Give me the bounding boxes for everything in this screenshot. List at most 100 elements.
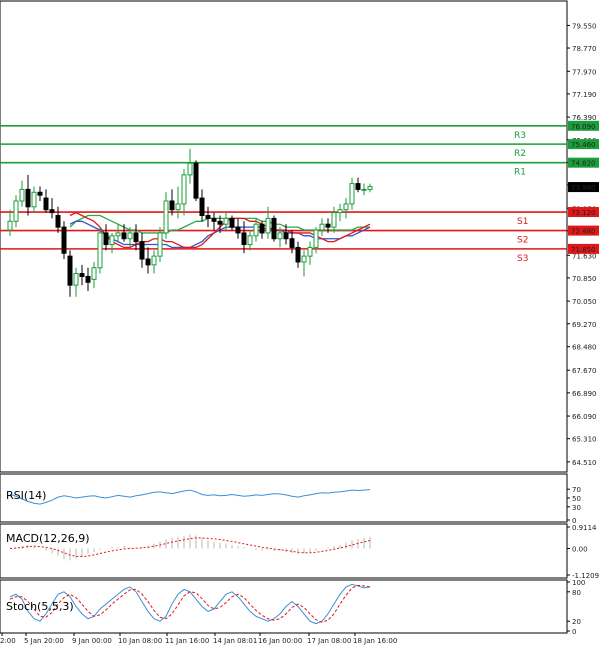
- stoch-tick-label: 20: [572, 618, 581, 626]
- price-tick-label: 78.770: [572, 45, 597, 53]
- candle-body: [31, 191, 37, 208]
- price-tick-label: 66.090: [572, 413, 597, 421]
- price-tick-label: 70.050: [572, 298, 597, 306]
- price-tick-label: 68.480: [572, 344, 597, 352]
- candle-body: [301, 255, 307, 263]
- level-name-s3: S3: [517, 254, 528, 264]
- candle-body: [343, 203, 349, 211]
- level-tag-text-s1: 73.120: [571, 209, 596, 217]
- candle-body: [265, 217, 271, 234]
- candle-body: [319, 223, 325, 231]
- macd-tick-label: 0.9114: [572, 524, 597, 532]
- candle-body: [295, 246, 301, 263]
- stoch-tick-label: 100: [572, 579, 585, 587]
- candle-body: [217, 220, 223, 225]
- rsi-label: RSI(14): [6, 489, 46, 502]
- candle-body: [85, 275, 91, 283]
- level-tag-text-r1: 74.820: [571, 160, 596, 168]
- stoch-tick-label: 80: [572, 589, 581, 597]
- candle-body: [163, 200, 169, 234]
- candle-body: [223, 217, 229, 225]
- time-tick-label: 2:00: [0, 637, 16, 645]
- candle-body: [43, 197, 49, 211]
- candle-body: [61, 226, 67, 254]
- level-tag-text-s2: 72.480: [571, 228, 596, 236]
- candle-body: [19, 188, 25, 202]
- time-tick-label: 14 Jan 08:01: [213, 637, 257, 645]
- candle-body: [103, 232, 109, 246]
- candle-body: [7, 220, 13, 231]
- price-tick-label: 77.190: [572, 91, 597, 99]
- candle-body: [271, 217, 277, 240]
- stoch-tick-label: 0: [572, 628, 576, 636]
- time-tick-label: 16 Jan 00:00: [258, 637, 302, 645]
- candle-body: [283, 232, 289, 240]
- candle-body: [361, 188, 367, 191]
- candle-body: [235, 226, 241, 234]
- candle-body: [127, 232, 133, 240]
- candle-body: [37, 191, 43, 196]
- candle-body: [175, 203, 181, 211]
- candle-body: [289, 238, 295, 248]
- level-name-r3: R3: [514, 131, 526, 141]
- time-tick-label: 17 Jan 08:00: [307, 637, 351, 645]
- candle-body: [121, 232, 127, 240]
- candle-body: [211, 217, 217, 222]
- candle-body: [157, 232, 163, 257]
- level-name-r1: R1: [514, 168, 526, 178]
- candle-body: [355, 183, 361, 190]
- candle-body: [199, 197, 205, 217]
- candle-body: [13, 200, 19, 222]
- level-tag-text-s3: 71.850: [571, 246, 596, 254]
- current-price-tag: 73.980: [568, 182, 599, 193]
- candle-body: [169, 200, 175, 211]
- time-tick-label: 10 Jan 08:00: [118, 637, 162, 645]
- price-tick-label: 65.310: [572, 436, 597, 444]
- candle-body: [367, 185, 373, 190]
- rsi-tick-label: 70: [572, 486, 581, 494]
- candle-body: [97, 232, 103, 269]
- level-tag-text-r3: 76.090: [571, 123, 596, 131]
- candle-body: [55, 215, 61, 228]
- candle-body: [277, 232, 283, 240]
- price-tick-label: 69.270: [572, 321, 597, 329]
- candle-body: [25, 188, 31, 208]
- candle-body: [205, 215, 211, 219]
- level-name-s2: S2: [517, 236, 528, 246]
- candle-body: [337, 209, 343, 214]
- candle-body: [49, 209, 55, 214]
- candle-body: [133, 232, 139, 243]
- candle-body: [313, 229, 319, 248]
- candle-body: [325, 223, 331, 228]
- candle-body: [115, 232, 121, 237]
- level-name-s1: S1: [517, 217, 528, 227]
- candle-body: [331, 212, 337, 228]
- time-tick-label: 9 Jan 00:00: [72, 637, 112, 645]
- candle-body: [253, 223, 259, 237]
- time-tick-label: 5 Jan 20:00: [24, 637, 64, 645]
- stoch-label: Stoch(5,5,3): [6, 600, 74, 613]
- candle-body: [259, 223, 265, 234]
- candle-body: [79, 273, 85, 277]
- candle-body: [229, 217, 235, 228]
- candle-body: [73, 273, 79, 286]
- candle-body: [187, 162, 193, 176]
- price-tick-label: 67.670: [572, 367, 597, 375]
- candle-body: [181, 174, 187, 205]
- price-tick-label: 66.890: [572, 390, 597, 398]
- candle-body: [247, 235, 253, 246]
- candle-body: [91, 267, 97, 280]
- time-tick-label: 11 Jan 16:00: [165, 637, 209, 645]
- candle-body: [67, 255, 73, 286]
- candle-body: [109, 235, 115, 246]
- macd-label: MACD(12,26,9): [6, 532, 90, 545]
- time-tick-label: 18 Jan 16:00: [353, 637, 397, 645]
- price-tick-label: 70.850: [572, 275, 597, 283]
- candle-body: [307, 246, 313, 257]
- price-chart: 79.55078.77077.97077.19076.39075.61074.8…: [0, 0, 600, 649]
- candle-body: [139, 241, 145, 260]
- level-name-r2: R2: [514, 149, 526, 159]
- current-price-text: 73.980: [571, 184, 596, 192]
- price-tick-label: 77.970: [572, 68, 597, 76]
- candle-body: [241, 232, 247, 246]
